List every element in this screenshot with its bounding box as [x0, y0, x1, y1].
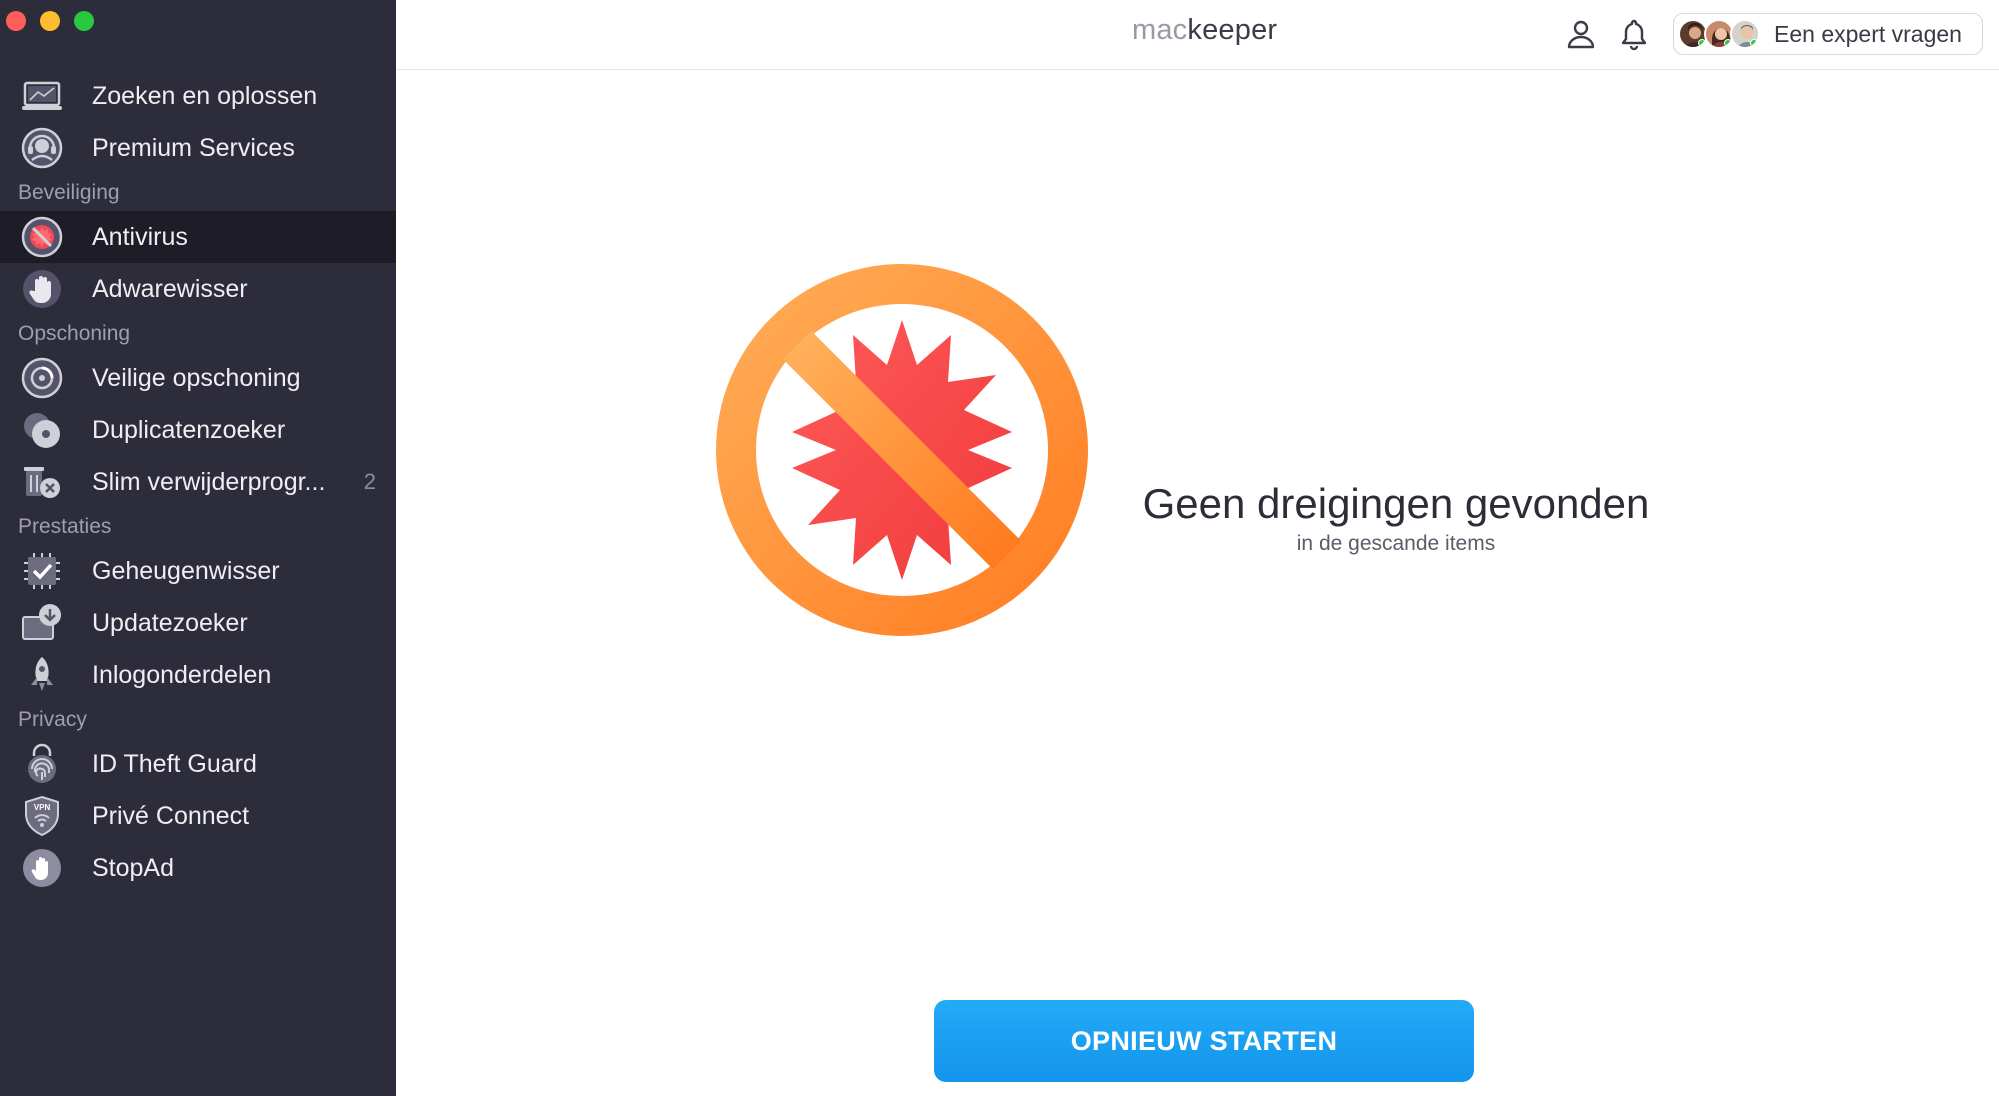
- notifications-bell-icon[interactable]: [1617, 17, 1651, 51]
- sidebar-item-inlogonderdelen[interactable]: Inlogonderdelen: [0, 649, 396, 701]
- sidebar-item-slim-verwijderprogramma[interactable]: Slim verwijderprogr... 2: [0, 456, 396, 508]
- sidebar-item-stopad[interactable]: StopAd: [0, 842, 396, 894]
- sidebar-item-geheugenwisser[interactable]: Geheugenwisser: [0, 545, 396, 597]
- online-indicator: [1750, 39, 1758, 47]
- sidebar-section-beveiliging: Beveiliging: [18, 180, 120, 204]
- sidebar-item-adwarewisser[interactable]: Adwarewisser: [0, 263, 396, 315]
- sidebar-item-duplicatenzoeker[interactable]: Duplicatenzoeker: [0, 404, 396, 456]
- sidebar: Zoeken en oplossen Premium Services Beve…: [0, 0, 396, 1096]
- expert-avatars: [1678, 19, 1760, 49]
- vpn-shield-icon: VPN: [20, 794, 64, 838]
- sidebar-item-label: Premium Services: [92, 133, 295, 162]
- stopad-hand-icon: [20, 846, 64, 890]
- sidebar-item-label: Antivirus: [92, 222, 188, 251]
- sidebar-item-label: Geheugenwisser: [92, 556, 280, 585]
- support-agent-icon: [20, 126, 64, 170]
- memory-check-icon: [20, 549, 64, 593]
- ask-expert-button[interactable]: Een expert vragen: [1673, 13, 1983, 55]
- sidebar-item-zoeken-en-oplossen[interactable]: Zoeken en oplossen: [0, 70, 396, 122]
- no-threats-icon: [716, 264, 1088, 636]
- app-window: Zoeken en oplossen Premium Services Beve…: [0, 0, 1999, 1096]
- count-badge: 2: [363, 469, 376, 494]
- sidebar-item-premium-services[interactable]: Premium Services: [0, 122, 396, 174]
- sidebar-item-label: Privé Connect: [92, 801, 250, 830]
- sidebar-item-id-theft-guard[interactable]: ID Theft Guard: [0, 738, 396, 790]
- sidebar-item-prive-connect[interactable]: VPN Privé Connect: [0, 790, 396, 842]
- sidebar-item-label: Inlogonderdelen: [92, 660, 272, 689]
- user-account-icon[interactable]: [1564, 17, 1598, 51]
- hand-stop-icon: [20, 267, 64, 311]
- result-subtitle: in de gescande items: [1296, 532, 1496, 555]
- svg-text:VPN: VPN: [34, 803, 51, 812]
- top-bar: mackeeper Een expert vragen: [396, 0, 1999, 70]
- sidebar-section-prestaties: Prestaties: [18, 514, 112, 538]
- brand-keeper: keeper: [1187, 14, 1278, 46]
- duplicates-icon: [20, 408, 64, 452]
- antivirus-icon: [20, 215, 64, 259]
- main-content: mackeeper Een expert vragen Geen dreigin…: [396, 0, 1999, 1096]
- sidebar-item-veilige-opschoning[interactable]: Veilige opschoning: [0, 352, 396, 404]
- sidebar-item-updatezoeker[interactable]: Updatezoeker: [0, 597, 396, 649]
- disk-clean-icon: [20, 356, 64, 400]
- sidebar-section-opschoning: Opschoning: [18, 321, 131, 345]
- uninstaller-icon: [20, 460, 64, 504]
- brand-logo: mackeeper: [1132, 14, 1277, 47]
- sidebar-section-privacy: Privacy: [18, 707, 87, 731]
- rocket-icon: [20, 653, 64, 697]
- sidebar-item-label: Updatezoeker: [92, 608, 248, 637]
- brand-mac: mac: [1132, 14, 1188, 46]
- update-download-icon: [20, 601, 64, 645]
- avatar: [1730, 19, 1760, 49]
- sidebar-item-label: Slim verwijderprogr...: [92, 467, 326, 496]
- minimize-window-button[interactable]: [40, 11, 60, 31]
- sidebar-item-label: Adwarewisser: [92, 274, 248, 303]
- sidebar-item-label: Veilige opschoning: [92, 363, 301, 392]
- maximize-window-button[interactable]: [74, 11, 94, 31]
- sidebar-item-label: StopAd: [92, 853, 175, 882]
- restart-scan-button[interactable]: OPNIEUW STARTEN: [934, 1000, 1474, 1082]
- sidebar-item-label: Zoeken en oplossen: [92, 81, 318, 110]
- sidebar-item-label: ID Theft Guard: [92, 749, 257, 778]
- sidebar-item-antivirus[interactable]: Antivirus: [0, 211, 396, 263]
- window-controls: [6, 11, 94, 31]
- fingerprint-lock-icon: [20, 742, 64, 786]
- sidebar-nav: Zoeken en oplossen Premium Services Beve…: [0, 70, 396, 894]
- sidebar-item-label: Duplicatenzoeker: [92, 415, 286, 444]
- ask-expert-label: Een expert vragen: [1774, 20, 1962, 47]
- laptop-icon: [20, 74, 64, 118]
- close-window-button[interactable]: [6, 11, 26, 31]
- result-title: Geen dreigingen gevonden: [1142, 480, 1650, 527]
